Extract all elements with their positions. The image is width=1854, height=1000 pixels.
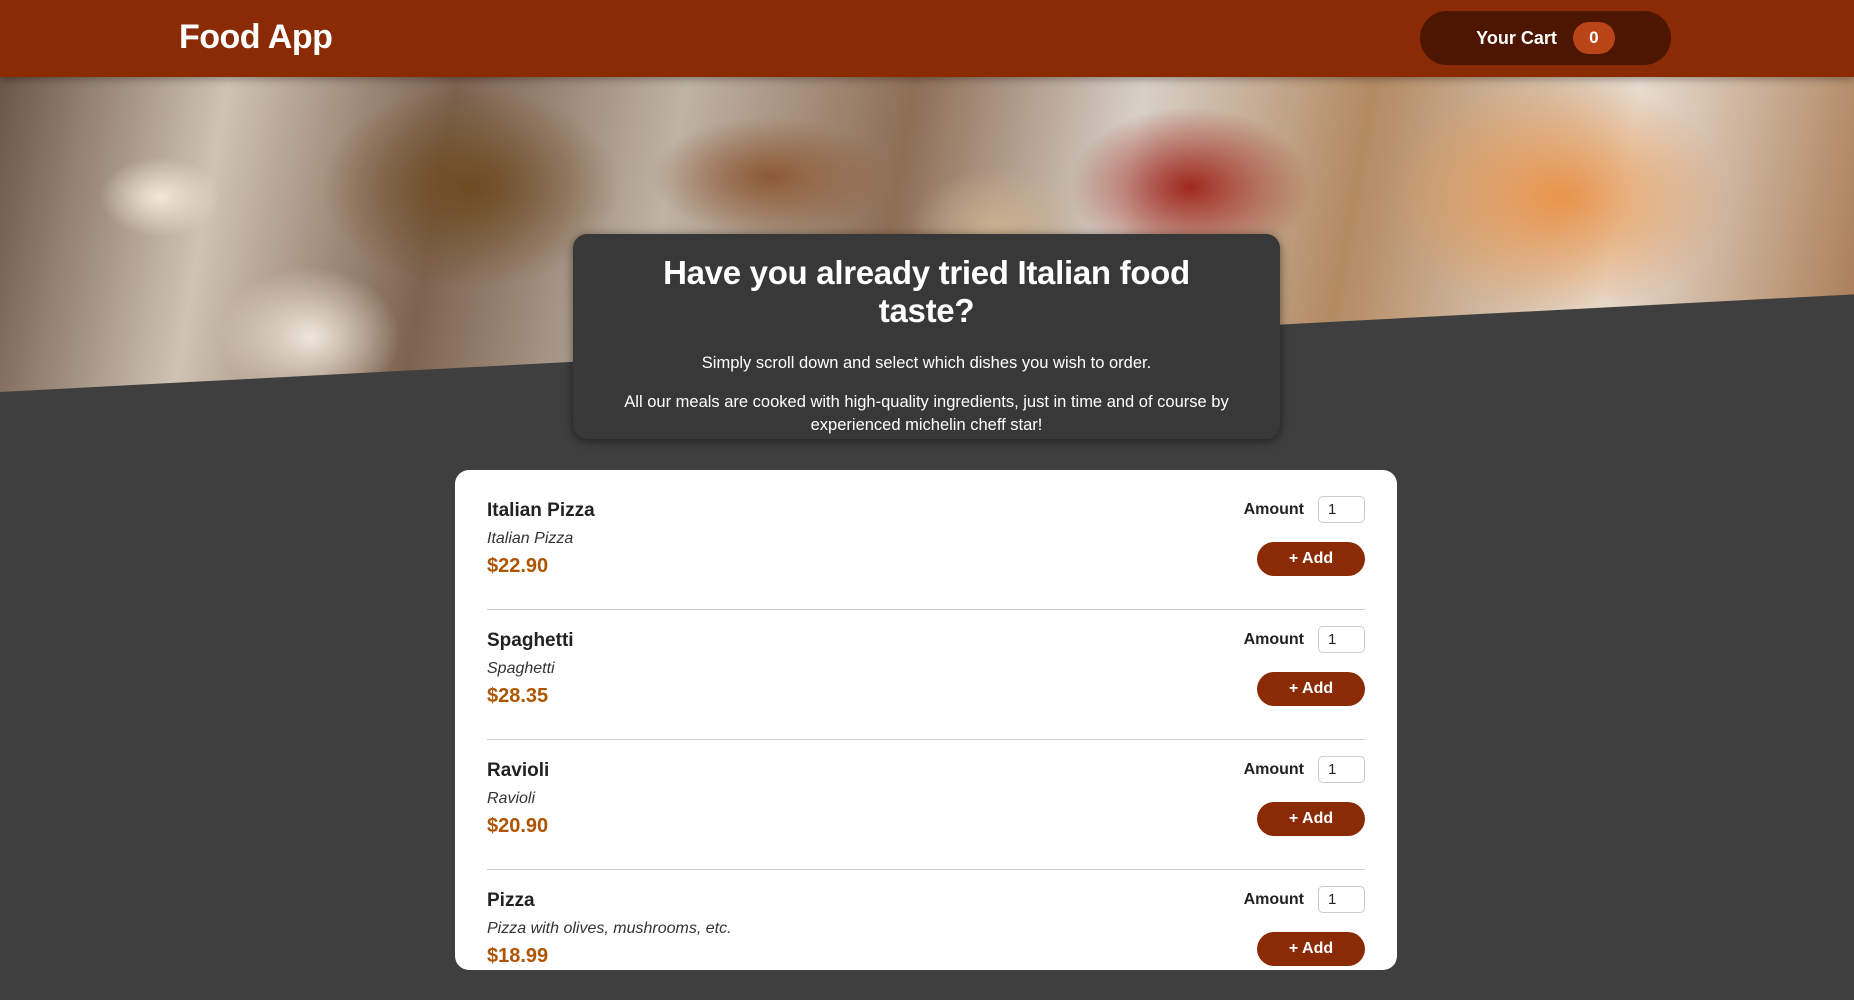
cart-button[interactable]: Your Cart 0 bbox=[1420, 11, 1671, 65]
add-to-cart-button[interactable]: + Add bbox=[1257, 672, 1365, 706]
amount-label: Amount bbox=[1243, 760, 1304, 778]
meal-item: Ravioli Ravioli $20.90 Amount + Add bbox=[487, 752, 1365, 870]
meal-name: Spaghetti bbox=[487, 630, 574, 651]
amount-row: Amount bbox=[1244, 886, 1365, 913]
meal-description: Pizza with olives, mushrooms, etc. bbox=[487, 920, 732, 937]
amount-input[interactable] bbox=[1318, 756, 1365, 783]
meal-description: Italian Pizza bbox=[487, 530, 574, 547]
summary-paragraph-2: All our meals are cooked with high-quali… bbox=[624, 393, 1229, 434]
meal-item: Spaghetti Spaghetti $28.35 Amount + Add bbox=[487, 622, 1365, 740]
amount-row: Amount bbox=[1244, 756, 1365, 783]
meal-price: $22.90 bbox=[487, 555, 549, 577]
meal-name: Pizza bbox=[487, 890, 535, 911]
cart-count-badge: 0 bbox=[1572, 22, 1615, 54]
add-to-cart-button[interactable]: + Add bbox=[1257, 802, 1365, 836]
amount-input[interactable] bbox=[1318, 626, 1365, 653]
meal-price: $28.35 bbox=[487, 685, 549, 707]
amount-label: Amount bbox=[1243, 890, 1304, 908]
summary-title: Have you already tried Italian food tast… bbox=[663, 254, 1190, 329]
meal-item: Pizza Pizza with olives, mushrooms, etc.… bbox=[487, 882, 1365, 1000]
app-header: Food App Your Cart 0 bbox=[0, 0, 1854, 77]
meals-list: Italian Pizza Italian Pizza $22.90 Amoun… bbox=[455, 470, 1397, 970]
amount-row: Amount bbox=[1244, 626, 1365, 653]
amount-label: Amount bbox=[1243, 630, 1304, 648]
cart-label: Your Cart bbox=[1476, 27, 1557, 48]
app-title: Food App bbox=[179, 18, 333, 56]
add-to-cart-button[interactable]: + Add bbox=[1257, 932, 1365, 966]
amount-input[interactable] bbox=[1318, 496, 1365, 523]
add-to-cart-button[interactable]: + Add bbox=[1257, 542, 1365, 576]
meal-price: $20.90 bbox=[487, 815, 549, 837]
meal-name: Ravioli bbox=[487, 760, 550, 781]
summary-paragraph-1: Simply scroll down and select which dish… bbox=[701, 354, 1152, 372]
meal-name: Italian Pizza bbox=[487, 500, 595, 521]
meal-description: Ravioli bbox=[487, 790, 536, 807]
meal-price: $18.99 bbox=[487, 945, 549, 967]
meal-item: Italian Pizza Italian Pizza $22.90 Amoun… bbox=[487, 492, 1365, 610]
meal-description: Spaghetti bbox=[487, 660, 555, 677]
summary-card: Have you already tried Italian food tast… bbox=[573, 234, 1280, 439]
amount-label: Amount bbox=[1243, 500, 1304, 518]
amount-row: Amount bbox=[1244, 496, 1365, 523]
amount-input[interactable] bbox=[1318, 886, 1365, 913]
